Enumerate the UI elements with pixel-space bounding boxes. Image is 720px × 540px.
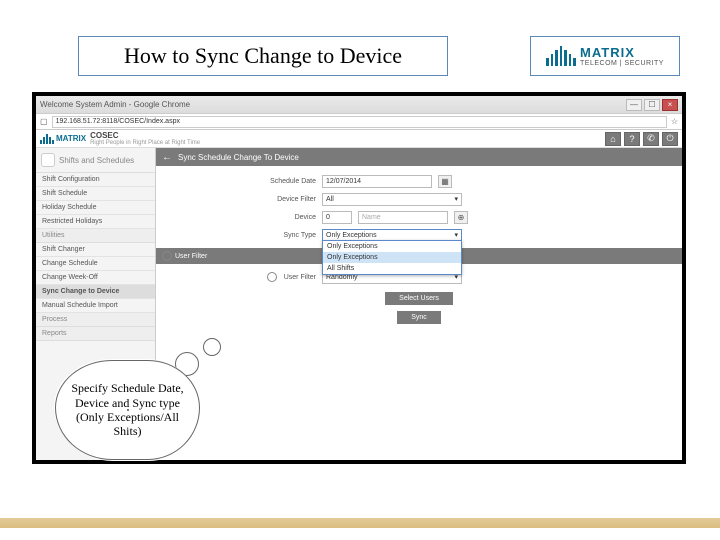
sidebar-cat-reports[interactable]: Reports xyxy=(36,327,155,341)
brand-logo: MATRIX TELECOM | SECURITY xyxy=(530,36,680,76)
panel-title-bar: ← Sync Schedule Change To Device xyxy=(156,148,682,166)
chrome-title-bar: Welcome System Admin - Google Chrome — ☐… xyxy=(36,96,682,114)
app-brand-text: MATRIX xyxy=(56,134,86,143)
window-min-button[interactable]: — xyxy=(626,99,642,111)
product-tagline: Right People in Right Place at Right Tim… xyxy=(90,140,200,146)
window-close-button[interactable]: × xyxy=(662,99,678,111)
sidebar-item-change-schedule[interactable]: Change Schedule xyxy=(36,257,155,271)
panel-content: Schedule Date 12/07/2014 ▦ Device Filter… xyxy=(156,166,682,460)
device-id-value: 0 xyxy=(326,214,330,221)
slide-accent-bar xyxy=(0,518,720,528)
home-icon[interactable]: ⌂ xyxy=(605,132,621,146)
back-icon[interactable]: ← xyxy=(162,152,172,163)
radio-icon[interactable] xyxy=(162,251,172,261)
sync-type-dropdown: Only Exceptions Only Exceptions All Shif… xyxy=(322,240,462,275)
sidebar-item-change-weekoff[interactable]: Change Week-Off xyxy=(36,271,155,285)
schedule-date-value: 12/07/2014 xyxy=(326,178,361,185)
device-name-input[interactable]: Name xyxy=(358,211,448,224)
device-filter-value: All xyxy=(326,196,334,203)
sidebar-item-shift-schedule[interactable]: Shift Schedule xyxy=(36,187,155,201)
sidebar-cat-process[interactable]: Process xyxy=(36,313,155,327)
matrix-bars-icon xyxy=(546,46,576,66)
device-picker-icon[interactable]: ⊕ xyxy=(454,211,468,224)
chevron-down-icon: ▾ xyxy=(454,195,458,203)
device-filter-label: Device Filter xyxy=(166,196,316,203)
sidebar-section-label: Shifts and Schedules xyxy=(59,156,134,165)
sidebar-item-restricted-holidays[interactable]: Restricted Holidays xyxy=(36,215,155,229)
window-max-button[interactable]: ☐ xyxy=(644,99,660,111)
slide-title-text: How to Sync Change to Device xyxy=(124,43,402,69)
slide-title: How to Sync Change to Device xyxy=(78,36,448,76)
sync-type-label: Sync Type xyxy=(166,232,316,239)
sync-option-2[interactable]: All Shifts xyxy=(323,263,461,274)
device-name-placeholder: Name xyxy=(362,214,381,221)
device-id-input[interactable]: 0 xyxy=(322,211,352,224)
panel-title-text: Sync Schedule Change To Device xyxy=(178,153,299,162)
help-icon[interactable]: ? xyxy=(624,132,640,146)
power-icon[interactable]: ⏻ xyxy=(662,132,678,146)
device-label: Device xyxy=(166,214,316,221)
schedule-date-label: Schedule Date xyxy=(166,178,316,185)
sidebar-item-holiday-schedule[interactable]: Holiday Schedule xyxy=(36,201,155,215)
page-icon: ▢ xyxy=(40,117,48,126)
chevron-down-icon: ▾ xyxy=(454,231,458,239)
sync-button[interactable]: Sync xyxy=(397,311,441,324)
url-text: 192.168.51.72:8118/COSEC/Index.aspx xyxy=(56,118,180,125)
url-input[interactable]: 192.168.51.72:8118/COSEC/Index.aspx xyxy=(52,116,667,128)
sync-option-0[interactable]: Only Exceptions xyxy=(323,241,461,252)
product-name: COSEC xyxy=(90,132,200,140)
sync-option-1[interactable]: Only Exceptions xyxy=(323,252,461,263)
sidebar-cat-utilities: Utilities xyxy=(36,229,155,243)
calendar-picker-icon[interactable]: ▦ xyxy=(438,175,452,188)
sidebar-item-sync-change[interactable]: Sync Change to Device xyxy=(36,285,155,299)
phone-icon[interactable]: ✆ xyxy=(643,132,659,146)
cloud-bubble-icon xyxy=(203,338,221,356)
calendar-icon xyxy=(41,153,55,167)
sidebar-section-header: Shifts and Schedules xyxy=(36,148,155,173)
chrome-tab-title: Welcome System Admin - Google Chrome xyxy=(40,100,190,109)
callout-text: Specify Schedule Date, Device and Sync t… xyxy=(62,381,193,439)
radio-icon[interactable] xyxy=(267,272,277,282)
bars-icon xyxy=(40,134,54,144)
logo-brand: MATRIX xyxy=(580,45,664,60)
main-panel: ← Sync Schedule Change To Device Schedul… xyxy=(156,148,682,460)
select-users-button[interactable]: Select Users xyxy=(385,292,453,305)
sync-type-value: Only Exceptions xyxy=(326,232,377,239)
bookmark-icon[interactable]: ☆ xyxy=(671,117,678,126)
sidebar-item-shift-changer[interactable]: Shift Changer xyxy=(36,243,155,257)
callout-cloud: Specify Schedule Date, Device and Sync t… xyxy=(55,360,215,480)
user-filter-section-label: User Filter xyxy=(175,253,207,260)
logo-sub: TELECOM | SECURITY xyxy=(580,60,664,67)
app-header: MATRIX COSEC Right People in Right Place… xyxy=(36,130,682,148)
schedule-date-input[interactable]: 12/07/2014 xyxy=(322,175,432,188)
app-logo: MATRIX xyxy=(40,134,86,144)
sidebar-item-shift-config[interactable]: Shift Configuration xyxy=(36,173,155,187)
sidebar-item-manual-import[interactable]: Manual Schedule Import xyxy=(36,299,155,313)
address-bar: ▢ 192.168.51.72:8118/COSEC/Index.aspx ☆ xyxy=(36,114,682,130)
device-filter-select[interactable]: All ▾ xyxy=(322,193,462,206)
user-filter-label: User Filter xyxy=(284,274,316,281)
